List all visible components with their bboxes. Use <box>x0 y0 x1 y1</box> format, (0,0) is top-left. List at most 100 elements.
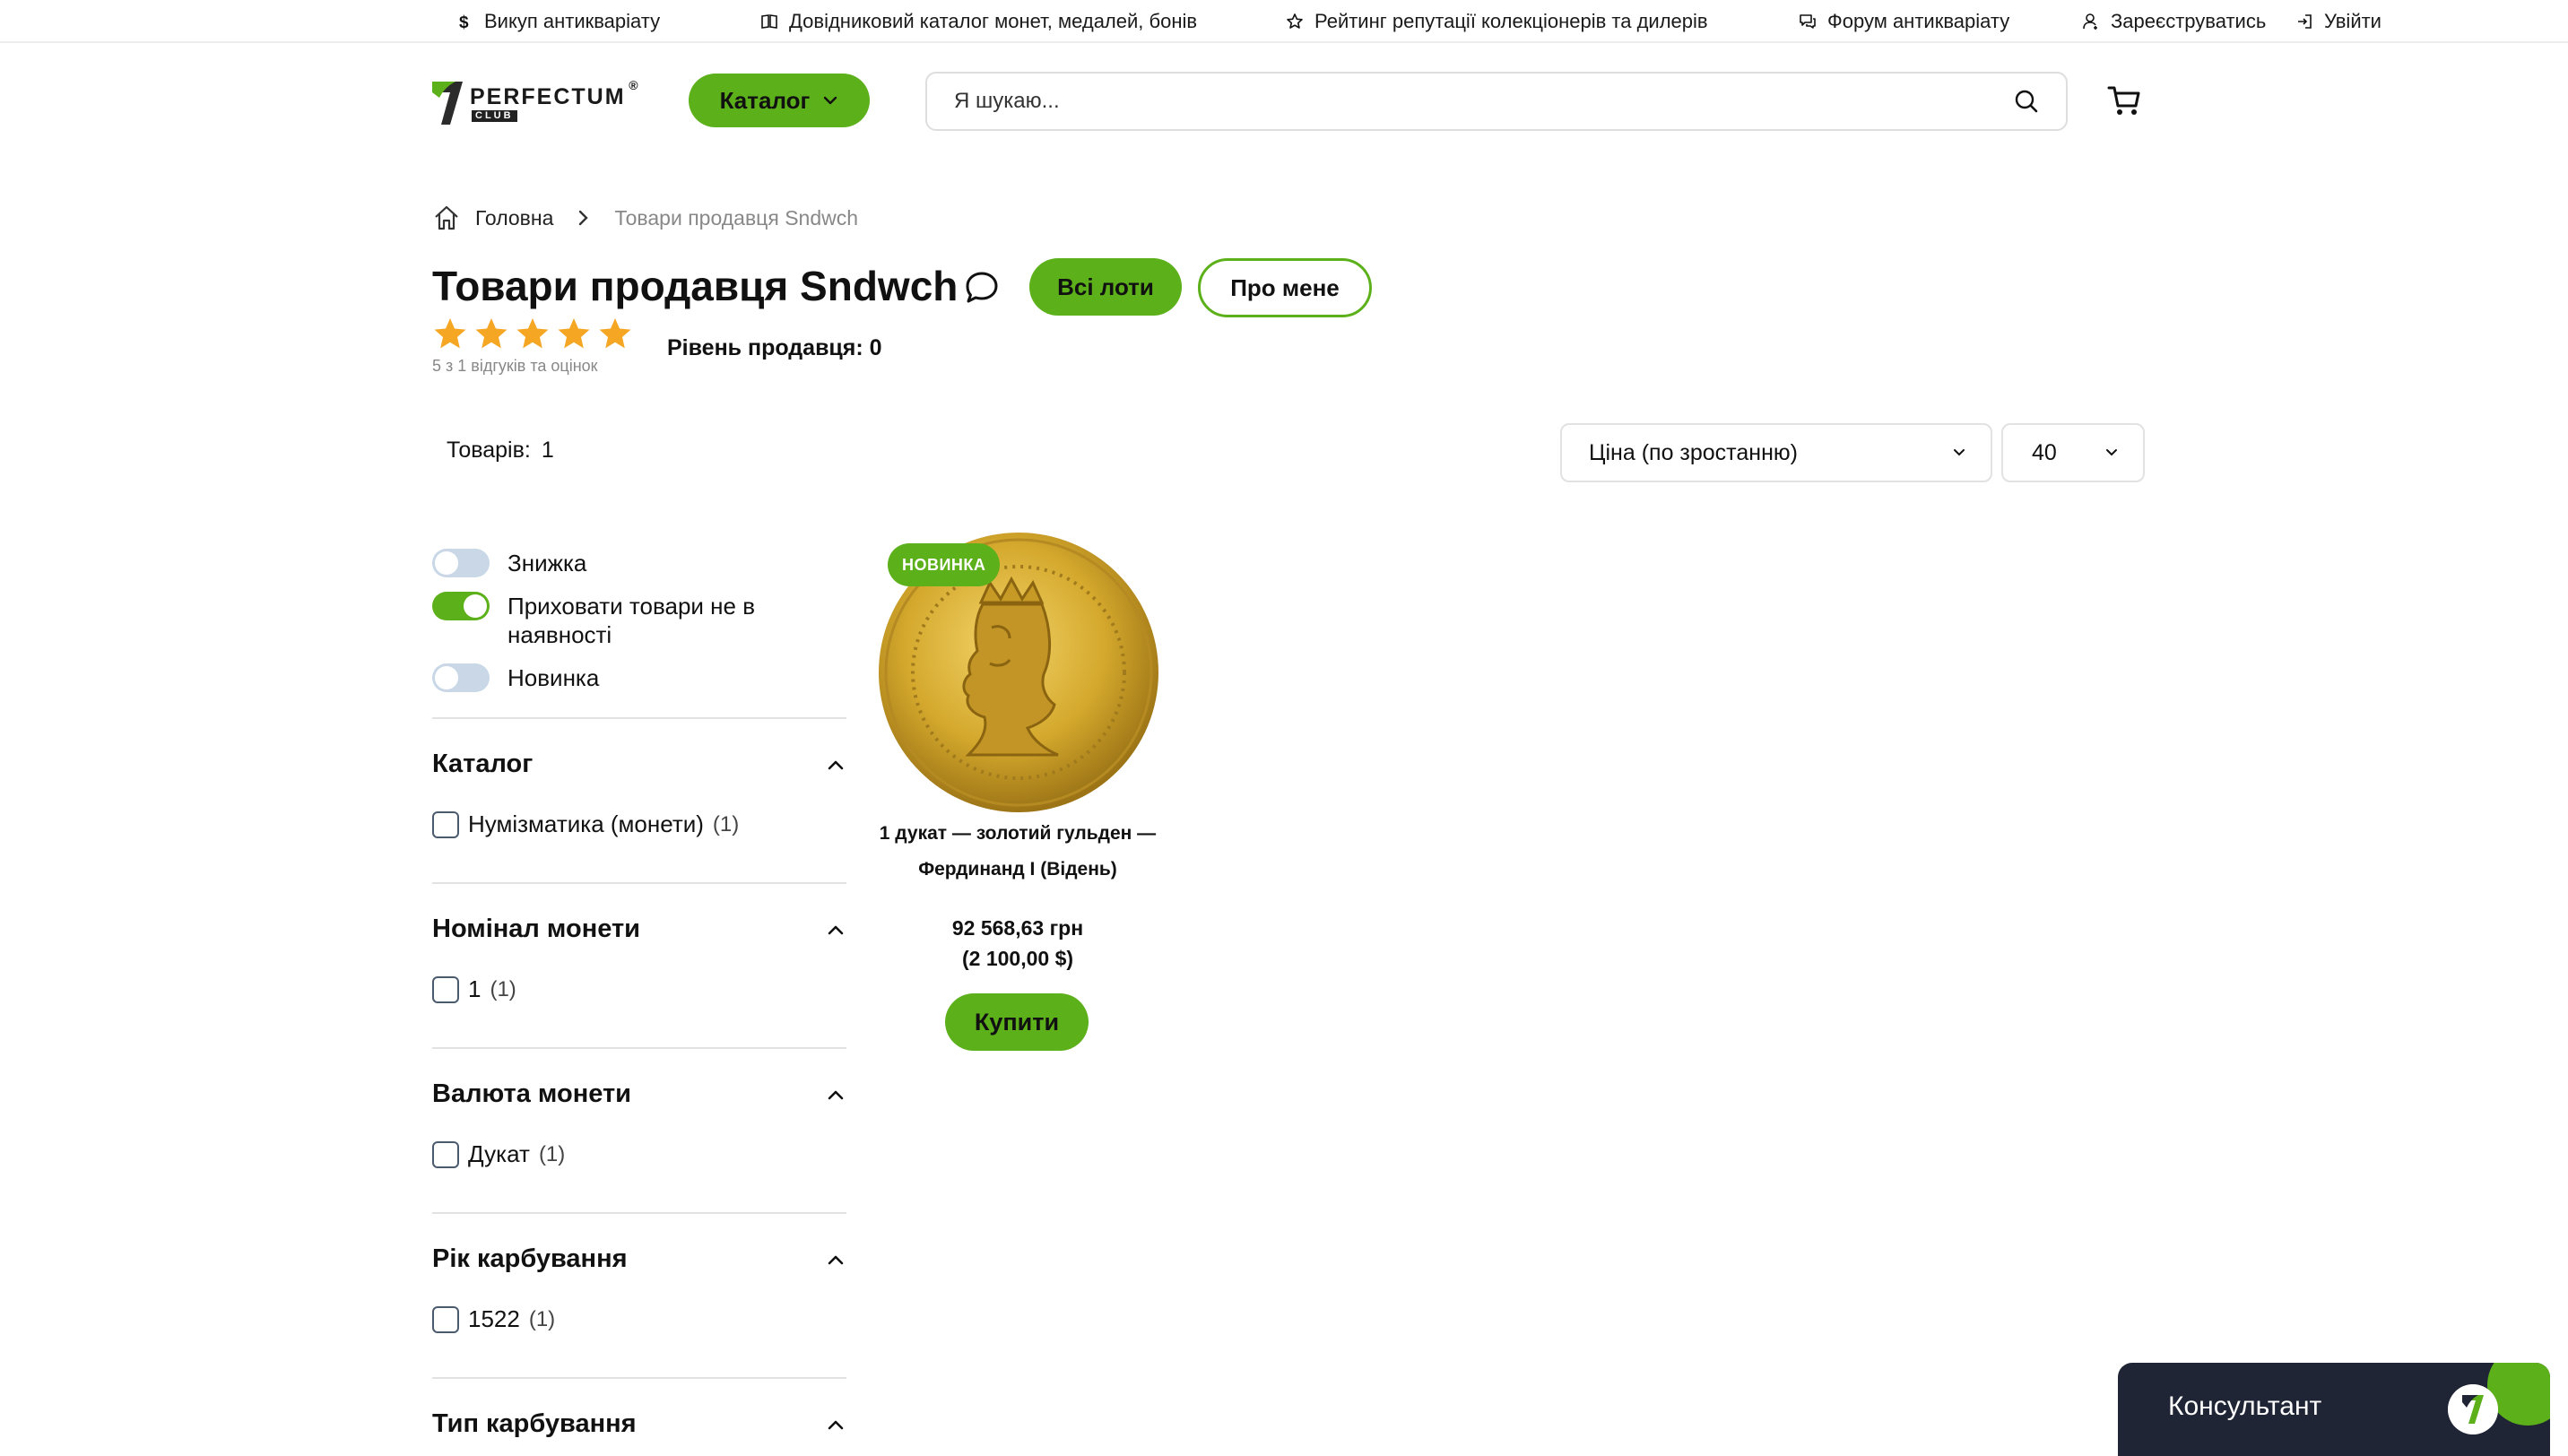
topbar-link-label: Форум антикваріату <box>1827 10 2010 32</box>
logo-text: PERFECTUM CLUB ® <box>470 78 638 122</box>
filter-toggle-new[interactable]: Новинка <box>432 663 599 692</box>
forum-icon <box>1800 14 1816 29</box>
filter-group-title-denomination[interactable]: Номінал монети <box>432 914 640 944</box>
topbar-link-rating[interactable]: Рейтинг репутації колекціонерів та дилер… <box>1286 9 1708 34</box>
toggle-switch[interactable] <box>432 663 490 692</box>
chevron-up-icon[interactable] <box>827 1418 845 1431</box>
per-page-value: 40 <box>2032 439 2057 465</box>
sort-select[interactable]: Ціна (по зростанню) <box>1560 423 1992 482</box>
items-count-value: 1 <box>541 438 554 463</box>
filter-group-title-currency[interactable]: Валюта монети <box>432 1079 631 1109</box>
items-count: Товарів: 1 <box>447 438 554 464</box>
catalog-button[interactable]: Каталог <box>689 74 870 127</box>
filter-option-count: (1) <box>490 976 516 1001</box>
filter-option-count: (1) <box>538 1141 566 1166</box>
star-outline-icon <box>1287 13 1303 29</box>
buy-button[interactable]: Купити <box>945 993 1089 1051</box>
chevron-up-icon[interactable] <box>827 923 845 936</box>
star-icon <box>434 318 466 349</box>
checkbox[interactable] <box>432 1140 459 1168</box>
svg-text:$: $ <box>459 13 469 30</box>
filter-option-label: 1 <box>468 975 482 1002</box>
topbar-link-login[interactable]: Увійти <box>2295 9 2381 34</box>
filter-option-label: Нумізматика (монети) <box>468 810 704 837</box>
cart-icon[interactable] <box>2107 84 2141 117</box>
filter-option-year-1522[interactable]: 1522 (1) <box>432 1305 555 1333</box>
filter-option-ducat[interactable]: Дукат (1) <box>432 1140 565 1168</box>
chevron-up-icon[interactable] <box>827 1088 845 1101</box>
rating-stars <box>432 316 633 351</box>
filter-divider <box>432 1212 846 1214</box>
breadcrumb: Головна Товари продавця Sndwch <box>432 203 858 233</box>
sort-select-value: Ціна (по зростанню) <box>1589 439 1798 465</box>
logo-mark-icon <box>432 82 463 125</box>
chat-icon[interactable] <box>963 269 1001 307</box>
home-icon[interactable] <box>432 204 461 232</box>
all-lots-button[interactable]: Всі лоти <box>1029 258 1182 316</box>
login-icon <box>2298 14 2312 29</box>
about-me-button[interactable]: Про мене <box>1198 258 1372 317</box>
chevron-down-icon <box>2106 449 2117 456</box>
toggle-switch[interactable] <box>432 592 490 620</box>
product-name[interactable]: 1 дукат — золотий гульден — Фердинанд I … <box>861 816 1175 888</box>
toggle-label: Приховати товари не в наявності <box>508 593 756 648</box>
product-price-uah: 92 568,63 грн <box>951 916 1084 940</box>
filter-toggle-hide-unavailable[interactable]: Приховати товари не в наявності <box>432 592 794 649</box>
filter-divider <box>432 882 846 884</box>
star-icon <box>475 318 508 349</box>
checkbox[interactable] <box>432 810 459 838</box>
about-me-label: Про мене <box>1230 273 1340 301</box>
logo-name: PERFECTUM <box>470 83 626 109</box>
topbar-link-buyout[interactable]: $ Викуп антикваріату <box>455 9 660 34</box>
consultant-logo-icon <box>2448 1384 2498 1434</box>
chevron-down-icon <box>824 96 837 105</box>
toggle-label: Новинка <box>508 664 600 691</box>
book-icon <box>761 14 777 29</box>
chevron-right-icon <box>579 210 589 226</box>
chevron-up-icon[interactable] <box>827 1253 845 1266</box>
topbar-link-register[interactable]: Зареєструватись <box>2082 9 2266 34</box>
star-icon <box>558 318 590 349</box>
consultant-label: Консультант <box>2168 1391 2322 1421</box>
filter-toggle-discount[interactable]: Знижка <box>432 549 586 577</box>
chevron-up-icon[interactable] <box>827 758 845 771</box>
buy-button-label: Купити <box>974 1008 1060 1036</box>
catalog-button-label: Каталог <box>719 86 811 114</box>
product-badge-new: НОВИНКА <box>888 543 1001 586</box>
star-icon <box>516 318 549 349</box>
consultant-widget[interactable]: Консультант <box>2118 1363 2550 1456</box>
product-price-usd: (2 100,00 $) <box>961 947 1074 970</box>
site-logo[interactable]: PERFECTUM CLUB ® <box>432 78 638 126</box>
all-lots-label: Всі лоти <box>1057 273 1154 300</box>
filter-option-denomination-1[interactable]: 1 (1) <box>432 975 516 1003</box>
breadcrumb-home[interactable]: Головна <box>475 206 553 230</box>
search-icon[interactable] <box>2014 89 2039 114</box>
filter-divider <box>432 1377 846 1379</box>
checkbox[interactable] <box>432 975 459 1003</box>
toggle-label: Знижка <box>508 550 587 576</box>
filter-group-title-year[interactable]: Рік карбування <box>432 1244 628 1274</box>
toggle-switch[interactable] <box>432 549 490 577</box>
chevron-down-icon <box>1954 449 1965 456</box>
per-page-select[interactable]: 40 <box>2001 423 2145 482</box>
filter-group-title-minting-type[interactable]: Тип карбування <box>432 1409 637 1439</box>
filter-option-count: (1) <box>712 811 740 836</box>
rating-text: 5 з 1 відгуків та оцінок <box>432 357 598 375</box>
register-icon <box>2083 13 2097 30</box>
topbar-link-forum[interactable]: Форум антикваріату <box>1799 9 2009 34</box>
logo-sub: CLUB <box>472 109 517 122</box>
filter-option-label: 1522 <box>468 1305 520 1332</box>
dollar-icon: $ <box>459 13 469 30</box>
seller-level: Рівень продавця: 0 <box>667 335 882 360</box>
items-count-label: Товарів: <box>447 438 531 463</box>
checkbox[interactable] <box>432 1305 459 1333</box>
top-utility-bar: $ Викуп антикваріату Довідниковий катало… <box>0 0 2568 43</box>
filter-option-numismatics[interactable]: Нумізматика (монети) (1) <box>432 810 739 838</box>
topbar-link-catalog[interactable]: Довідниковий каталог монет, медалей, бон… <box>760 9 1197 34</box>
logo-registered-mark: ® <box>629 77 638 92</box>
filter-group-title-catalog[interactable]: Каталог <box>432 750 533 779</box>
search-input[interactable] <box>954 89 2014 114</box>
topbar-link-label: Рейтинг репутації колекціонерів та дилер… <box>1314 10 1708 32</box>
filter-divider <box>432 717 846 719</box>
filter-option-label: Дукат <box>468 1140 530 1167</box>
